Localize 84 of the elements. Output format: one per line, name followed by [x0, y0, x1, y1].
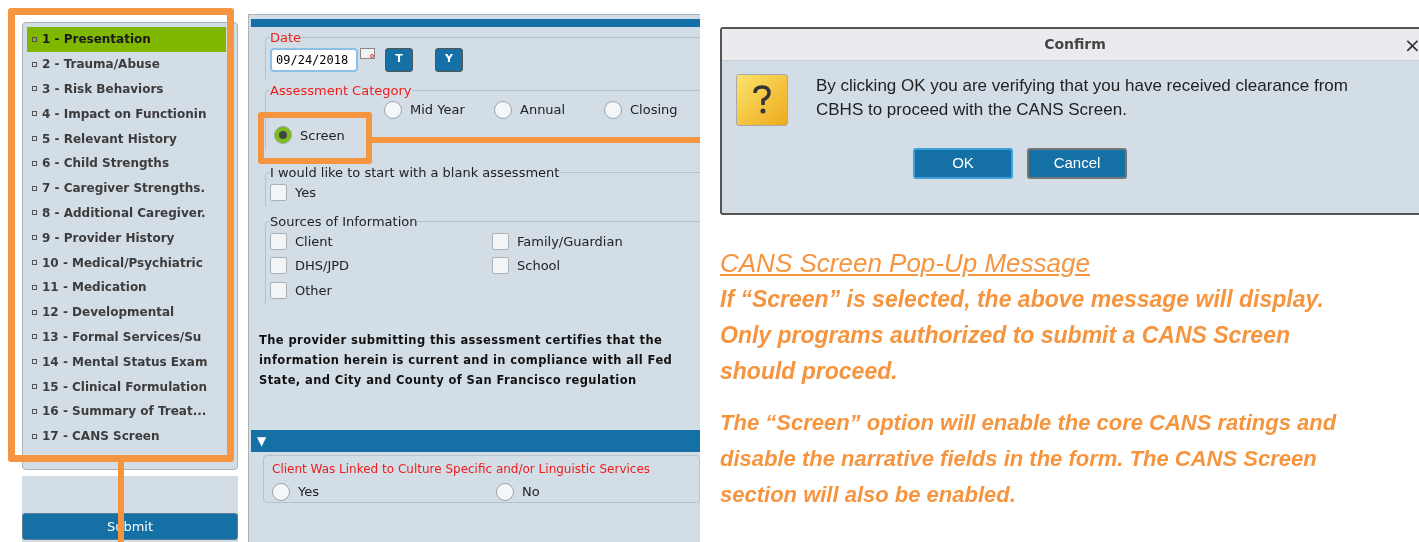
- dialog-button[interactable]: Cancel: [1027, 148, 1127, 179]
- bullet-icon: [32, 433, 37, 439]
- bullet-icon: [32, 408, 37, 414]
- bullet-icon: [32, 61, 37, 67]
- radio-label: Mid Year: [410, 101, 465, 119]
- bullet-icon: [32, 160, 37, 166]
- checkbox[interactable]: [270, 257, 287, 275]
- certification-text: The provider submitting this assessment certifies that the information herein is current and in compliance with all Fed State, and City and County of San Francisco regulation: [259, 332, 674, 389]
- checkbox[interactable]: [270, 183, 287, 201]
- sidebar-item[interactable]: 11 - Medication: [27, 274, 226, 300]
- radio-icon[interactable]: [604, 100, 622, 119]
- group-label: Date: [270, 29, 302, 47]
- date-field[interactable]: 09/24/2018: [270, 47, 358, 72]
- radio-option[interactable]: No: [496, 482, 586, 502]
- checkbox-label: Client: [295, 232, 333, 251]
- bullet-icon: [32, 36, 37, 42]
- group-label: Assessment Category: [270, 81, 412, 100]
- bullet-icon: [32, 260, 37, 266]
- radio-icon[interactable]: [272, 482, 290, 501]
- radio-icon[interactable]: [384, 100, 402, 119]
- annotation-text: The “Screen” option will enable the core CANS ratings and disable the narrative fields in the form. The CANS Screen section will also be enabled.: [720, 409, 1338, 509]
- checkbox-label: Other: [295, 281, 332, 300]
- radio-icon[interactable]: [496, 482, 514, 501]
- sidebar-item[interactable]: 3 - Risk Behaviors: [27, 76, 226, 102]
- sidebar-item[interactable]: 7 - Caregiver Strengths.: [27, 175, 226, 201]
- sidebar-item[interactable]: 4 - Impact on Functionin: [27, 101, 226, 127]
- radio-icon[interactable]: [494, 100, 512, 119]
- radio-label: Screen: [300, 126, 345, 145]
- bullet-icon: [32, 235, 37, 241]
- annotation-title: CANS Screen Pop-Up Message: [720, 247, 1090, 280]
- sidebar-item[interactable]: 13 - Formal Services/Su: [27, 324, 226, 350]
- radio-option[interactable]: Mid Year: [384, 100, 494, 120]
- sidebar-item[interactable]: 15 - Clinical Formulation: [27, 374, 226, 399]
- dialog-title: Confirm: [1044, 35, 1106, 54]
- bullet-icon: [32, 111, 37, 117]
- bullet-icon: [32, 136, 37, 142]
- checkbox-label: DHS/JPD: [295, 257, 350, 275]
- calendar-icon[interactable]: [360, 48, 375, 59]
- sidebar-item[interactable]: 12 - Developmental: [27, 299, 226, 325]
- question-icon: [736, 74, 788, 126]
- bullet-icon: [32, 284, 37, 290]
- bullet-icon: [32, 86, 37, 92]
- radio-label: No: [522, 483, 540, 501]
- bullet-icon: [32, 384, 37, 390]
- sidebar-item[interactable]: 10 - Medical/Psychiatric: [27, 250, 226, 275]
- sidebar-item[interactable]: 2 - Trauma/Abuse: [27, 51, 226, 77]
- group-label: I would like to start with a blank assessment: [270, 164, 560, 182]
- sidebar-item[interactable]: 16 - Summary of Treat...: [27, 398, 226, 424]
- radio-option[interactable]: Annual: [494, 100, 604, 120]
- collapse-toggle[interactable]: ▼: [257, 432, 267, 450]
- date-shortcut-button[interactable]: Y: [435, 47, 463, 72]
- group-label: Sources of Information: [270, 213, 418, 231]
- bullet-icon: [32, 309, 37, 315]
- checkbox[interactable]: [270, 281, 287, 299]
- date-shortcut-button[interactable]: T: [385, 47, 413, 72]
- checkbox-label: School: [517, 257, 561, 275]
- radio-label: Closing: [630, 101, 678, 119]
- sidebar-item[interactable]: 1 - Presentation: [27, 27, 226, 52]
- checkbox[interactable]: [270, 232, 287, 250]
- bullet-icon: [32, 334, 37, 340]
- checkbox-label: Yes: [295, 183, 316, 202]
- annotation-text: If “Screen” is selected, the above message will display. Only programs authorized to submit a CANS Screen should proceed.: [720, 285, 1325, 386]
- checkbox[interactable]: [492, 257, 509, 275]
- radio-option[interactable]: Yes: [272, 482, 496, 502]
- bullet-icon: [32, 359, 37, 365]
- sidebar-item[interactable]: 9 - Provider History: [27, 225, 226, 251]
- bullet-icon: [32, 210, 37, 216]
- radio-option[interactable]: Screen: [274, 125, 384, 145]
- sidebar-item[interactable]: 8 - Additional Caregiver.: [27, 200, 226, 226]
- sidebar-item[interactable]: 17 - CANS Screen: [27, 423, 226, 449]
- radio-icon[interactable]: [274, 126, 292, 145]
- dialog-message: By clicking OK you are verifying that you have received clearance from CBHS to proceed with the CANS Screen.: [816, 75, 1349, 121]
- checkbox-label: Family/Guardian: [517, 232, 623, 251]
- sidebar-item[interactable]: 14 - Mental Status Exam: [27, 349, 226, 375]
- sidebar-item[interactable]: 6 - Child Strengths: [27, 151, 226, 176]
- close-button[interactable]: ×: [1404, 34, 1419, 55]
- radio-option[interactable]: Closing: [604, 100, 690, 120]
- radio-label: Yes: [298, 483, 319, 501]
- checkbox[interactable]: [492, 232, 509, 250]
- bullet-icon: [32, 185, 37, 191]
- sidebar-item[interactable]: 5 - Relevant History: [27, 126, 226, 151]
- dialog-button[interactable]: OK: [913, 148, 1013, 179]
- radio-label: Annual: [520, 101, 566, 119]
- group-label: Client Was Linked to Culture Specific and/or Linguistic Services: [272, 461, 652, 478]
